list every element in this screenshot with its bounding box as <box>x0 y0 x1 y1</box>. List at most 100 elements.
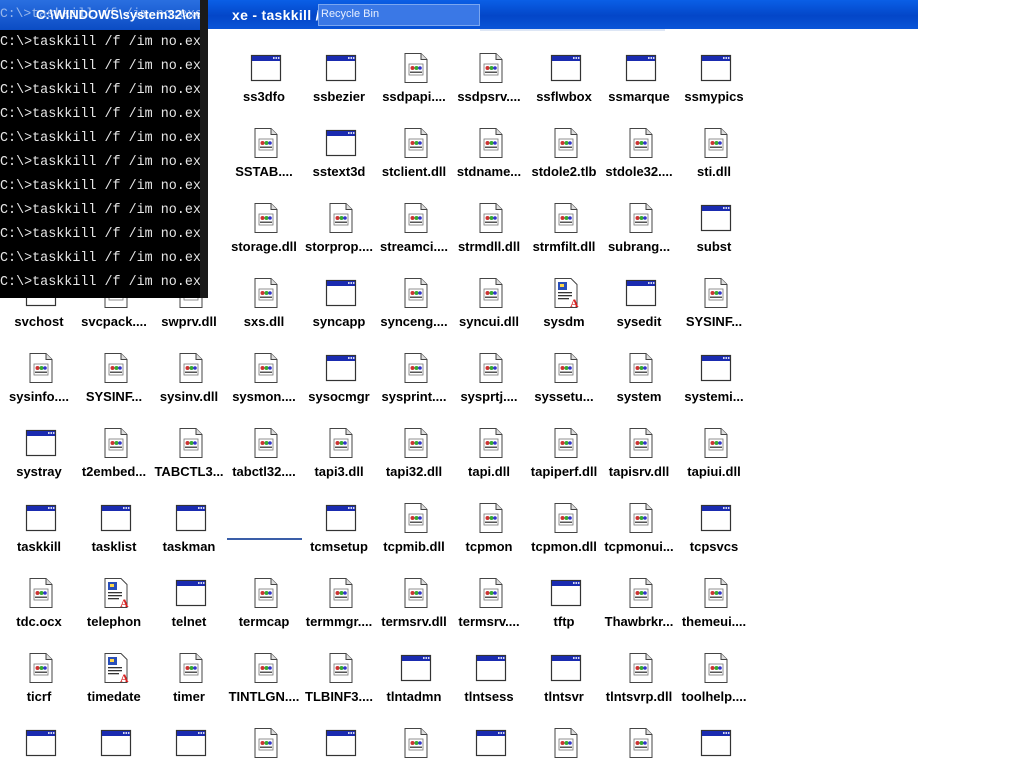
cmd-scrollbar[interactable] <box>200 0 208 298</box>
file-item[interactable]: tftp <box>527 577 601 633</box>
file-item[interactable]: ssdpapi.... <box>377 52 451 108</box>
file-item[interactable]: tcpmib.dll <box>377 502 451 558</box>
file-item[interactable]: tcpmon.dll <box>527 502 601 558</box>
file-item[interactable]: TABCTL3... <box>152 427 226 483</box>
file-item[interactable]: themeui.... <box>677 577 751 633</box>
file-item[interactable]: strmfilt.dll <box>527 202 601 258</box>
file-item[interactable]: synceng.... <box>377 277 451 333</box>
file-item[interactable]: tapiui.dll <box>677 427 751 483</box>
cmd-title-bar[interactable]: C:\WINDOWS\system32\cmd.exe C:\>taskkill… <box>0 0 208 30</box>
file-item[interactable]: storprop.... <box>302 202 376 258</box>
file-item[interactable]: tabctl32.... <box>227 427 301 483</box>
file-item[interactable]: ss3dfo <box>227 52 301 108</box>
file-item[interactable]: termmgr.... <box>302 577 376 633</box>
file-item[interactable]: systray <box>2 427 76 483</box>
file-item[interactable]: tlntsvr <box>527 652 601 708</box>
file-item[interactable]: tapiperf.dll <box>527 427 601 483</box>
file-item[interactable]: storage.dll <box>227 202 301 258</box>
file-item[interactable]: TLBINF3.... <box>302 652 376 708</box>
file-item[interactable]: SYSINF... <box>77 352 151 408</box>
file-item[interactable]: stdname... <box>452 127 526 183</box>
file-item[interactable]: tcpmon <box>452 502 526 558</box>
file-item[interactable]: termsrv.... <box>452 577 526 633</box>
file-item[interactable]: taskman <box>152 502 226 558</box>
file-item[interactable]: syssetu... <box>527 352 601 408</box>
cmd-window[interactable]: C:\WINDOWS\system32\cmd.exe C:\>taskkill… <box>0 0 208 298</box>
exe-window-icon <box>25 502 57 534</box>
file-item[interactable]: toolhelp.... <box>677 652 751 708</box>
file-item[interactable]: stdole2.tlb <box>527 127 601 183</box>
address-field[interactable]: Recycle Bin <box>318 4 480 26</box>
file-item[interactable]: tapi3.dll <box>302 427 376 483</box>
file-item[interactable]: tapisrv.dll <box>602 427 676 483</box>
file-item[interactable]: ticrf <box>2 652 76 708</box>
file-item[interactable]: tlntsvrp.dll <box>602 652 676 708</box>
file-item[interactable] <box>302 727 376 783</box>
file-item[interactable] <box>677 727 751 783</box>
file-item[interactable]: tapi.dll <box>452 427 526 483</box>
file-item[interactable]: syncapp <box>302 277 376 333</box>
file-item[interactable]: TINTLGN.... <box>227 652 301 708</box>
file-item[interactable]: Thawbrkr... <box>602 577 676 633</box>
file-item[interactable] <box>2 727 76 783</box>
cmd-output-line: C:\>taskkill /f /im no.exe <box>0 251 208 266</box>
file-item[interactable]: ssbezier <box>302 52 376 108</box>
file-item[interactable]: t2embed... <box>77 427 151 483</box>
file-item[interactable]: Atimedate <box>77 652 151 708</box>
file-item[interactable]: termsrv.dll <box>377 577 451 633</box>
file-item[interactable]: sxs.dll <box>227 277 301 333</box>
file-item[interactable]: SSTAB.... <box>227 127 301 183</box>
file-item[interactable]: tcmsetup <box>302 502 376 558</box>
file-item[interactable]: Asysdm <box>527 277 601 333</box>
file-item[interactable]: tlntsess <box>452 652 526 708</box>
file-item[interactable]: systemi... <box>677 352 751 408</box>
file-item[interactable]: ssmarque <box>602 52 676 108</box>
file-item[interactable]: tdc.ocx <box>2 577 76 633</box>
file-item[interactable] <box>377 727 451 783</box>
rename-edit-box[interactable] <box>227 538 302 540</box>
exe-window-icon <box>550 52 582 84</box>
file-item[interactable]: sysprtj.... <box>452 352 526 408</box>
file-item[interactable]: ssdpsrv.... <box>452 52 526 108</box>
dll-file-icon <box>325 427 357 459</box>
file-item[interactable]: system <box>602 352 676 408</box>
file-label: tasklist <box>91 539 137 554</box>
file-item[interactable]: stclient.dll <box>377 127 451 183</box>
file-item[interactable] <box>152 727 226 783</box>
file-item[interactable] <box>527 727 601 783</box>
file-item[interactable]: sti.dll <box>677 127 751 183</box>
cmd-output-line: C:\>taskkill /f /im no.exe <box>0 35 208 50</box>
file-item[interactable]: tasklist <box>77 502 151 558</box>
file-item[interactable]: timer <box>152 652 226 708</box>
file-item[interactable]: tcpsvcs <box>677 502 751 558</box>
file-item[interactable]: termcap <box>227 577 301 633</box>
file-item[interactable]: tcpmonui... <box>602 502 676 558</box>
file-item[interactable] <box>602 727 676 783</box>
file-item[interactable]: sysmon.... <box>227 352 301 408</box>
file-item[interactable]: sysprint.... <box>377 352 451 408</box>
file-item[interactable]: sysinfo.... <box>2 352 76 408</box>
file-item[interactable] <box>452 727 526 783</box>
file-item[interactable]: ssmypics <box>677 52 751 108</box>
file-item[interactable]: syncui.dll <box>452 277 526 333</box>
file-item[interactable]: telnet <box>152 577 226 633</box>
file-item[interactable] <box>227 727 301 783</box>
file-label: sxs.dll <box>243 314 285 329</box>
file-item[interactable] <box>77 727 151 783</box>
file-item[interactable]: sysedit <box>602 277 676 333</box>
file-item[interactable]: SYSINF... <box>677 277 751 333</box>
file-item[interactable]: subrang... <box>602 202 676 258</box>
file-item[interactable]: Atelephon <box>77 577 151 633</box>
file-item[interactable]: tapi32.dll <box>377 427 451 483</box>
file-item[interactable]: strmdll.dll <box>452 202 526 258</box>
file-label: storprop.... <box>305 239 373 254</box>
file-item[interactable]: tlntadmn <box>377 652 451 708</box>
file-item[interactable]: streamci.... <box>377 202 451 258</box>
file-item[interactable]: subst <box>677 202 751 258</box>
file-item[interactable]: stdole32.... <box>602 127 676 183</box>
file-item[interactable]: sysocmgr <box>302 352 376 408</box>
file-item[interactable]: ssflwbox <box>527 52 601 108</box>
file-item[interactable]: taskkill <box>2 502 76 558</box>
file-item[interactable]: sstext3d <box>302 127 376 183</box>
file-item[interactable]: sysinv.dll <box>152 352 226 408</box>
